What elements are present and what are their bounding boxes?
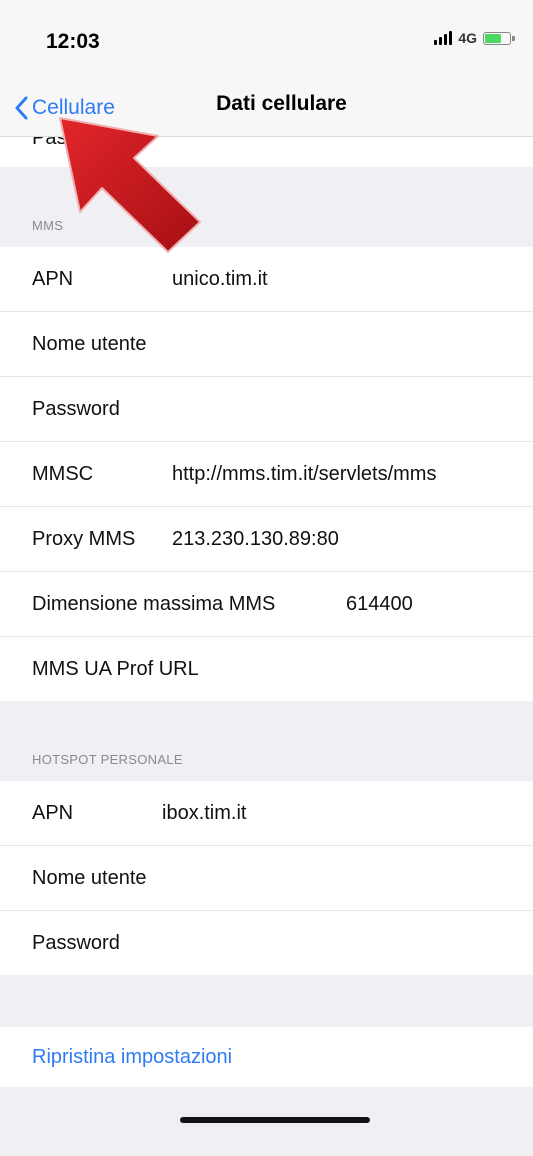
row-label: Nome utente	[32, 332, 147, 355]
proxy-mms-field[interactable]: 213.230.130.89:80	[172, 507, 339, 571]
row-label: Password	[32, 931, 120, 954]
row-label: Nome utente	[32, 866, 147, 889]
section-spacer	[0, 975, 533, 1027]
hotspot-username-row[interactable]: Nome utente	[0, 846, 533, 911]
section-header-label: MMS	[32, 218, 64, 233]
settings-content: Pas MMS APN unico.tim.it Nome utente Pas…	[0, 137, 533, 1087]
row-label: Dimensione massima MMS	[32, 592, 276, 615]
row-label: Password	[32, 397, 120, 420]
home-indicator[interactable]	[180, 1117, 370, 1123]
hotspot-password-row[interactable]: Password	[0, 911, 533, 975]
mms-section-header: MMS	[0, 167, 533, 247]
status-indicators: 4G	[434, 30, 515, 46]
proxy-mms-row[interactable]: Proxy MMS 213.230.130.89:80	[0, 507, 533, 572]
mms-apn-row[interactable]: APN unico.tim.it	[0, 247, 533, 312]
row-label: MMS UA Prof URL	[32, 657, 199, 680]
mms-password-row[interactable]: Password	[0, 377, 533, 442]
partial-row-label: Pas	[32, 137, 67, 149]
status-bar: 12:03 4G	[0, 0, 533, 80]
hotspot-section-header: HOTSPOT PERSONALE	[0, 701, 533, 781]
mms-settings-group: APN unico.tim.it Nome utente Password MM…	[0, 247, 533, 701]
row-label: Proxy MMS	[32, 527, 136, 550]
section-header-label: HOTSPOT PERSONALE	[32, 752, 183, 767]
status-time: 12:03	[46, 30, 100, 53]
mmsc-field[interactable]: http://mms.tim.it/servlets/mms	[172, 442, 436, 506]
mmsc-row[interactable]: MMSC http://mms.tim.it/servlets/mms	[0, 442, 533, 507]
mms-max-size-field[interactable]: 614400	[346, 572, 413, 636]
mms-max-size-row[interactable]: Dimensione massima MMS 614400	[0, 572, 533, 637]
signal-icon	[434, 31, 453, 45]
network-type: 4G	[458, 30, 477, 46]
row-label: APN	[32, 801, 74, 824]
mms-username-row[interactable]: Nome utente	[0, 312, 533, 377]
hotspot-settings-group: APN ibox.tim.it Nome utente Password	[0, 781, 533, 975]
hotspot-apn-row[interactable]: APN ibox.tim.it	[0, 781, 533, 846]
partial-password-row[interactable]: Pas	[0, 137, 533, 167]
reset-settings-row[interactable]: Ripristina impostazioni	[0, 1027, 533, 1087]
page-title: Dati cellulare	[216, 92, 347, 115]
screen: 12:03 4G Cellulare Dati cellulare Pas MM…	[0, 0, 533, 1156]
row-label: MMSC	[32, 462, 94, 485]
battery-icon	[483, 31, 515, 45]
hotspot-apn-field[interactable]: ibox.tim.it	[162, 781, 246, 845]
reset-settings-button[interactable]: Ripristina impostazioni	[32, 1027, 232, 1087]
mms-ua-prof-url-row[interactable]: MMS UA Prof URL	[0, 637, 533, 701]
mms-apn-field[interactable]: unico.tim.it	[172, 247, 268, 311]
row-label: APN	[32, 267, 74, 290]
navigation-bar: Cellulare Dati cellulare	[0, 80, 533, 137]
